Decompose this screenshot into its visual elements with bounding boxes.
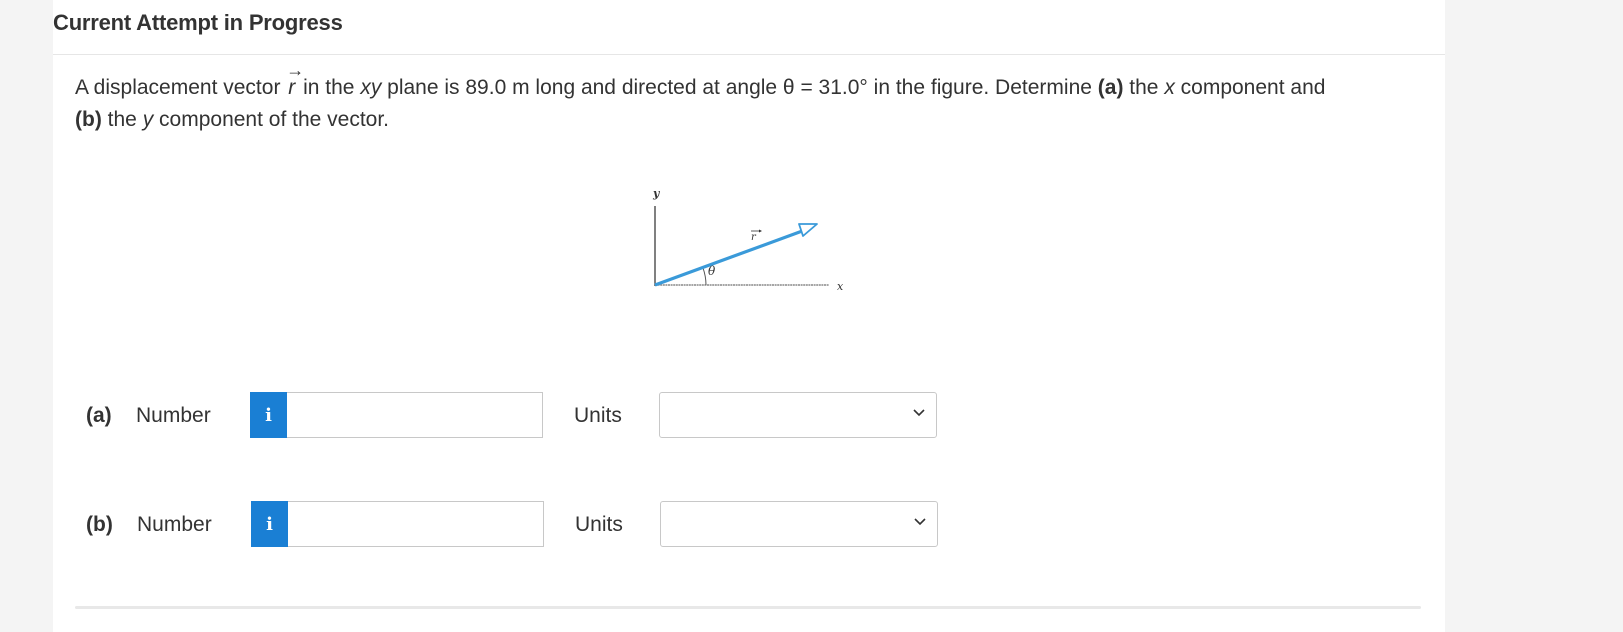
info-button-a[interactable]: i xyxy=(250,392,287,438)
part-b-label: (b) xyxy=(86,513,113,536)
question-text-part: the xyxy=(101,108,143,131)
angle-theta-label: θ xyxy=(708,264,716,278)
x-axis-label: x xyxy=(837,280,844,293)
units-label-a: Units xyxy=(574,404,622,427)
question-text: A displacement vector → r in the xy plane… xyxy=(75,60,1435,136)
number-label-b: Number xyxy=(137,513,212,536)
info-button-b[interactable]: i xyxy=(251,501,288,547)
question-text-part: component and xyxy=(1174,76,1326,99)
vector-label-arrow-icon xyxy=(759,229,762,233)
number-label-a: Number xyxy=(136,404,211,427)
vector-r-symbol: → r xyxy=(286,60,304,104)
answer-row-a: (a) Number i Units xyxy=(86,392,946,440)
question-text-part: plane is 89.0 m long and directed at ang… xyxy=(381,76,1098,99)
part-a-label: (a) xyxy=(86,404,112,427)
y-axis-label: y xyxy=(652,187,661,200)
number-input-b[interactable] xyxy=(288,501,544,547)
units-select-a[interactable] xyxy=(659,392,937,438)
vector-r-line xyxy=(654,228,806,287)
vector-arrowhead-icon xyxy=(798,223,818,237)
vector-figure: y x r θ xyxy=(633,180,873,310)
plane-variable: xy xyxy=(360,76,382,99)
part-b-marker: (b) xyxy=(75,108,102,131)
question-text-part: the xyxy=(1123,76,1165,99)
units-label-b: Units xyxy=(575,513,623,536)
answer-row-b: (b) Number i Units xyxy=(86,501,946,549)
page-title: Current Attempt in Progress xyxy=(53,10,343,35)
header: Current Attempt in Progress xyxy=(53,0,1445,55)
bottom-divider xyxy=(75,606,1421,609)
units-select-b[interactable] xyxy=(660,501,938,547)
chevron-down-icon xyxy=(914,518,926,526)
question-text-part: A displacement vector xyxy=(75,76,287,99)
angle-arc xyxy=(702,267,707,286)
y-variable: y xyxy=(142,108,154,131)
chevron-down-icon xyxy=(913,409,925,417)
question-text-part: in the xyxy=(297,76,361,99)
x-variable: x xyxy=(1164,76,1175,99)
part-a-marker: (a) xyxy=(1097,76,1124,99)
vector-diagram: y x r θ xyxy=(652,187,844,293)
vector-arrow-icon: → xyxy=(286,60,305,80)
question-text-part: component of the vector. xyxy=(153,108,390,131)
question-card: Current Attempt in Progress A displaceme… xyxy=(53,0,1445,632)
vector-r-label: r xyxy=(751,232,757,243)
number-input-a[interactable] xyxy=(287,392,543,438)
